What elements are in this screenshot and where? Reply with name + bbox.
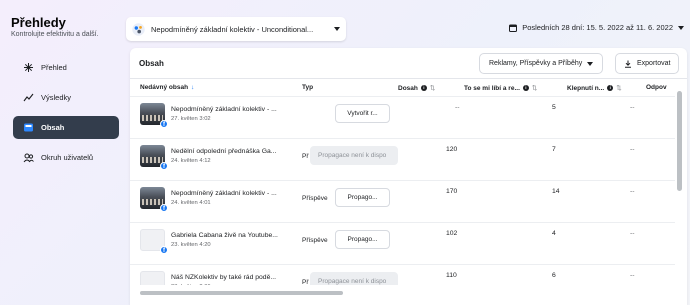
filter-label: Reklamy, Příspěvky a Příběhy <box>489 60 583 67</box>
chevron-down-icon <box>678 25 684 30</box>
post-title[interactable]: Náš NZKolektiv by také rád podě... <box>171 274 295 281</box>
table-row[interactable]: f Gabriela Cabana živě na Youtube... 23. k… <box>130 222 675 255</box>
post-title[interactable]: Nedělní odpolední přednáška Ga... <box>171 148 295 155</box>
column-header-reach[interactable]: Dosah i ⇅ <box>398 84 435 93</box>
reach-value: -- <box>455 104 460 111</box>
overview-icon <box>23 62 34 73</box>
sort-descending-icon: ↓ <box>191 84 195 91</box>
create-ad-button[interactable]: Vytvořit r... <box>335 104 390 123</box>
sidebar-item-label: Okruh uživatelů <box>41 153 94 162</box>
likes-value: 14 <box>552 188 560 195</box>
date-range-label: Posledních 28 dní: 15. 5. 2022 až 11. 6.… <box>522 23 673 32</box>
content-type-filter[interactable]: Reklamy, Příspěvky a Příběhy <box>479 53 604 74</box>
column-header-clicks[interactable]: Klepnutí n... i ⇅ <box>567 84 622 93</box>
page-title: Přehledy <box>11 15 66 30</box>
sort-icon[interactable]: ⇅ <box>616 84 621 92</box>
clicks-value: -- <box>630 146 635 153</box>
content-icon <box>23 122 34 133</box>
results-icon <box>23 92 34 103</box>
post-date: 23. květen 4:20 <box>171 242 211 248</box>
table-row[interactable]: f Nedělní odpolední přednáška Ga... 24. kv… <box>130 138 675 171</box>
clicks-value: -- <box>630 188 635 195</box>
date-range-picker[interactable]: Posledních 28 dní: 15. 5. 2022 až 11. 6.… <box>509 23 684 32</box>
page-selector-label: Nepodmíněný základní kolektiv - Uncondit… <box>151 24 314 34</box>
sidebar-item-label: Obsah <box>41 123 65 132</box>
chevron-down-icon <box>587 61 594 66</box>
sidebar-item-label: Výsledky <box>41 93 72 102</box>
export-button[interactable]: Exportovat <box>615 53 680 74</box>
post-type: Příspěve <box>302 195 328 202</box>
likes-value: 5 <box>552 104 556 111</box>
sidebar-item-results[interactable]: Výsledky <box>13 86 119 109</box>
reach-value: 170 <box>446 188 458 195</box>
post-title[interactable]: Nepodmíněný základní kolektiv - ... <box>171 190 295 197</box>
sidebar-item-label: Přehled <box>41 63 67 72</box>
sidebar-item-content[interactable]: Obsah <box>13 116 119 139</box>
page-subtitle: Kontrolujte efektivitu a další. <box>11 31 99 38</box>
column-header-type[interactable]: Typ <box>302 84 313 91</box>
post-type: Příspěve <box>302 237 328 244</box>
sort-icon[interactable]: ⇅ <box>430 84 435 92</box>
post-date: 24. květen 4:01 <box>171 200 211 206</box>
sidebar-item-overview[interactable]: Přehled <box>13 56 119 79</box>
column-header-likes[interactable]: To se mi líbí a re... i ⇅ <box>464 84 537 93</box>
reach-value: 120 <box>446 146 458 153</box>
reach-value: 110 <box>446 272 457 279</box>
post-title[interactable]: Gabriela Cabana živě na Youtube... <box>171 232 295 239</box>
facebook-icon: f <box>160 246 168 254</box>
table-footer <box>130 285 687 305</box>
download-icon <box>625 60 631 68</box>
table-row[interactable]: f Nepodmíněný základní kolektiv - ... 24. … <box>130 180 675 213</box>
sidebar-item-audience[interactable]: Okruh uživatelů <box>13 146 119 169</box>
promote-button[interactable]: Propago... <box>335 230 390 249</box>
column-header-recent[interactable]: Nedávný obsah ↓ <box>140 84 194 91</box>
post-type: Př <box>302 153 309 160</box>
clicks-value: -- <box>630 104 635 111</box>
post-date: 24. květen 4:12 <box>171 158 211 164</box>
info-icon[interactable]: i <box>607 85 614 91</box>
vertical-scrollbar[interactable] <box>677 91 682 191</box>
clicks-value: -- <box>630 230 635 237</box>
likes-value: 7 <box>552 146 556 153</box>
facebook-icon: f <box>160 162 168 170</box>
page-avatar-icon <box>132 22 145 36</box>
post-date: 27. květen 3:02 <box>171 116 211 122</box>
facebook-icon: f <box>160 120 168 128</box>
sidebar-nav: Přehled Výsledky Obsah Okruh uživatelů <box>13 56 119 176</box>
post-title[interactable]: Nepodmíněný základní kolektiv - ... <box>171 106 295 113</box>
facebook-icon: f <box>160 204 168 212</box>
likes-value: 6 <box>552 272 556 279</box>
content-card: Obsah Reklamy, Příspěvky a Příběhy Expor… <box>130 48 687 305</box>
info-icon[interactable]: i <box>522 85 529 91</box>
export-label: Exportovat <box>637 60 671 67</box>
clicks-value: -- <box>630 272 635 279</box>
audience-icon <box>23 152 34 163</box>
reach-value: 102 <box>446 230 458 237</box>
table-row[interactable]: f Nepodmíněný základní kolektiv - ... 27. … <box>130 96 675 129</box>
sort-icon[interactable]: ⇅ <box>532 84 537 92</box>
divider <box>130 78 687 79</box>
promote-button[interactable]: Propago... <box>335 188 390 207</box>
horizontal-scrollbar[interactable] <box>140 291 343 295</box>
info-icon[interactable]: i <box>420 85 427 91</box>
calendar-icon <box>509 24 518 32</box>
column-header-replies[interactable]: Odpov <box>646 84 667 91</box>
page-selector-dropdown[interactable]: Nepodmíněný základní kolektiv - Uncondit… <box>126 17 346 41</box>
promote-unavailable-button: Propagace není k dispo <box>310 146 398 165</box>
content-card-title: Obsah <box>139 59 164 68</box>
chevron-down-icon <box>334 27 340 31</box>
likes-value: 4 <box>552 230 556 237</box>
